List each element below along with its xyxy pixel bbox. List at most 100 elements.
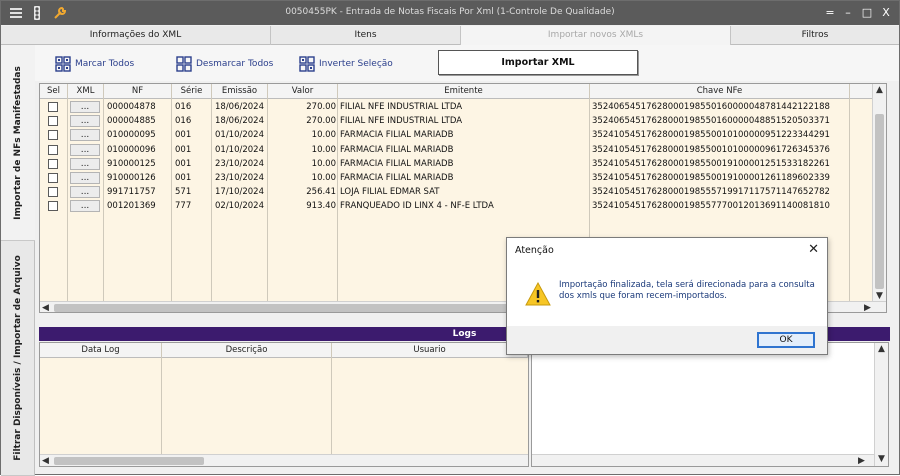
xml-view-button[interactable]: ... [70, 143, 100, 156]
scroll-right-icon[interactable]: ▶ [864, 302, 871, 312]
cell-emitente: FARMACIA FILIAL MARIADB [340, 173, 454, 183]
dialog-title: Atenção [515, 245, 554, 256]
side-tab-bar: Importar de NFs Manifestadas Filtrar Dis… [1, 45, 35, 476]
grid-unselect-icon [176, 56, 192, 72]
xml-view-button[interactable]: ... [70, 129, 100, 142]
scroll-up-icon[interactable]: ▲ [876, 84, 883, 96]
close-button[interactable]: X [877, 5, 895, 21]
row-select-checkbox[interactable] [48, 158, 58, 169]
cell-chave: 3524105451762800019855001910000125153318… [592, 158, 830, 169]
cell-serie: 777 [175, 201, 192, 212]
dialog-footer: OK [507, 326, 827, 354]
row-select-checkbox[interactable] [48, 116, 58, 127]
logs-detail-horizontal-scrollbar[interactable]: ▶ [532, 454, 874, 466]
col-header-xml[interactable]: XML [68, 84, 104, 99]
cell-serie: 016 [175, 116, 192, 127]
table-row[interactable]: ... 000004885 016 18/06/2024 270.00 FILIAL NF… [40, 114, 850, 128]
row-select-checkbox[interactable] [48, 144, 58, 155]
row-select-checkbox[interactable] [48, 130, 58, 141]
table-row[interactable]: ... 910000126 001 23/10/2024 10.00 FARMACIA F… [40, 171, 850, 185]
xml-view-button[interactable]: ... [70, 115, 100, 128]
row-select-checkbox[interactable] [48, 102, 58, 112]
col-header-sel[interactable]: Sel [40, 84, 68, 99]
options-button[interactable]: = [821, 5, 839, 21]
row-select-checkbox[interactable] [48, 173, 58, 183]
cell-valor: 270.00 [306, 116, 336, 127]
attention-dialog: Atenção ✕ Importação finalizada, tela se… [506, 237, 828, 355]
table-row[interactable]: ... 010000095 001 01/10/2024 10.00 FARMACIA F… [40, 128, 850, 142]
cell-emitente: FILIAL NFE INDUSTRIAL LTDA [340, 102, 463, 112]
table-row[interactable]: ... 001201369 777 02/10/2024 913.40 FRANQUEAD… [40, 199, 850, 213]
invert-selection-button[interactable]: Inverter Seleção [299, 55, 393, 73]
cell-valor: 10.00 [311, 144, 336, 155]
xml-view-button[interactable]: ... [70, 186, 100, 199]
scroll-thumb[interactable] [54, 304, 554, 312]
cell-serie: 571 [175, 187, 192, 198]
cell-nf: 010000096 [107, 144, 156, 155]
tab-filtros[interactable]: Filtros [731, 26, 899, 45]
cell-valor: 913.40 [306, 201, 336, 212]
side-tab-nfs-manifestadas[interactable]: Importar de NFs Manifestadas [1, 45, 35, 241]
scroll-left-icon[interactable]: ◀ [42, 302, 49, 312]
table-row[interactable]: ... 991711757 571 17/10/2024 256.41 LOJA FILI… [40, 185, 850, 199]
maximize-button[interactable]: □ [858, 5, 876, 21]
dialog-close-icon[interactable]: ✕ [808, 242, 819, 257]
xml-view-button[interactable]: ... [70, 157, 100, 170]
col-header-serie[interactable]: Série [172, 84, 212, 99]
cell-nf: 000004885 [107, 116, 156, 127]
col-header-emitente[interactable]: Emitente [338, 84, 590, 99]
tab-informacoes-xml[interactable]: Informações do XML [1, 26, 271, 45]
cell-valor: 10.00 [311, 130, 336, 141]
col-header-chave-nfe[interactable]: Chave NFe [590, 84, 850, 99]
cell-valor: 256.41 [306, 187, 336, 198]
logs-grid: Data Log Descrição Usuario ◀ [39, 342, 529, 467]
row-select-checkbox[interactable] [48, 187, 58, 198]
logs-horizontal-scrollbar[interactable]: ◀ [40, 454, 528, 466]
mark-all-button[interactable]: Marcar Todos [55, 55, 134, 73]
col-header-usuario[interactable]: Usuario [332, 343, 528, 358]
scroll-left-icon[interactable]: ◀ [42, 455, 49, 466]
mark-all-label: Marcar Todos [75, 59, 135, 69]
grid-vertical-scrollbar[interactable]: ▲ ▼ [872, 84, 886, 302]
dialog-body: Importação finalizada, tela será direcio… [507, 264, 827, 326]
side-tab-label: Importar de NFs Manifestadas [13, 65, 23, 220]
table-row[interactable]: ... 910000125 001 23/10/2024 10.00 FARMACIA F… [40, 157, 850, 171]
scroll-thumb[interactable] [875, 114, 884, 289]
scroll-thumb[interactable] [54, 457, 204, 465]
tab-importar-novos-xmls[interactable]: Importar novos XMLs [461, 26, 731, 45]
scroll-right-icon[interactable]: ▶ [858, 455, 865, 467]
cell-emissao: 02/10/2024 [215, 201, 264, 212]
table-row[interactable]: ... 000004878 016 18/06/2024 270.00 FILIAL NF… [40, 100, 850, 114]
side-tab-filtrar-disponiveis[interactable]: Filtrar Disponíveis / Importar de Arquiv… [1, 241, 35, 476]
scroll-up-icon[interactable]: ▲ [878, 343, 885, 355]
logs-vertical-scrollbar[interactable]: ▲ ▼ [874, 343, 888, 466]
col-divider [331, 343, 332, 466]
ok-button[interactable]: OK [757, 332, 815, 348]
scroll-down-icon[interactable]: ▼ [878, 453, 885, 465]
table-row[interactable]: ... 010000096 001 01/10/2024 10.00 FARMACIA F… [40, 143, 850, 157]
cell-emitente: LOJA FILIAL EDMAR SAT [340, 187, 440, 198]
col-header-data-log[interactable]: Data Log [40, 343, 162, 358]
col-header-descricao[interactable]: Descrição [162, 343, 332, 358]
cell-nf: 991711757 [107, 187, 156, 198]
unmark-all-button[interactable]: Desmarcar Todos [176, 55, 273, 73]
minimize-button[interactable]: – [839, 5, 857, 21]
xml-view-button[interactable]: ... [70, 101, 100, 113]
xml-view-button[interactable]: ... [70, 172, 100, 184]
row-select-checkbox[interactable] [48, 201, 58, 212]
cell-serie: 001 [175, 130, 192, 141]
cell-emissao: 23/10/2024 [215, 158, 264, 169]
tab-itens[interactable]: Itens [271, 26, 461, 45]
cell-nf: 910000125 [107, 158, 156, 169]
col-header-emissao[interactable]: Emissão [212, 84, 268, 99]
cell-nf: 001201369 [107, 201, 156, 212]
col-header-nf[interactable]: NF [104, 84, 172, 99]
cell-valor: 10.00 [311, 173, 336, 183]
side-tab-label: Filtrar Disponíveis / Importar de Arquiv… [13, 255, 23, 461]
cell-chave: 3524105451762800019855001010000096172634… [592, 144, 830, 155]
xml-view-button[interactable]: ... [70, 200, 100, 213]
dialog-message: Importação finalizada, tela será direcio… [559, 280, 815, 301]
title-bar: 0050455PK - Entrada de Notas Fiscais Por… [1, 1, 899, 25]
import-xml-button[interactable]: Importar XML [438, 50, 638, 75]
col-header-valor[interactable]: Valor [268, 84, 338, 99]
